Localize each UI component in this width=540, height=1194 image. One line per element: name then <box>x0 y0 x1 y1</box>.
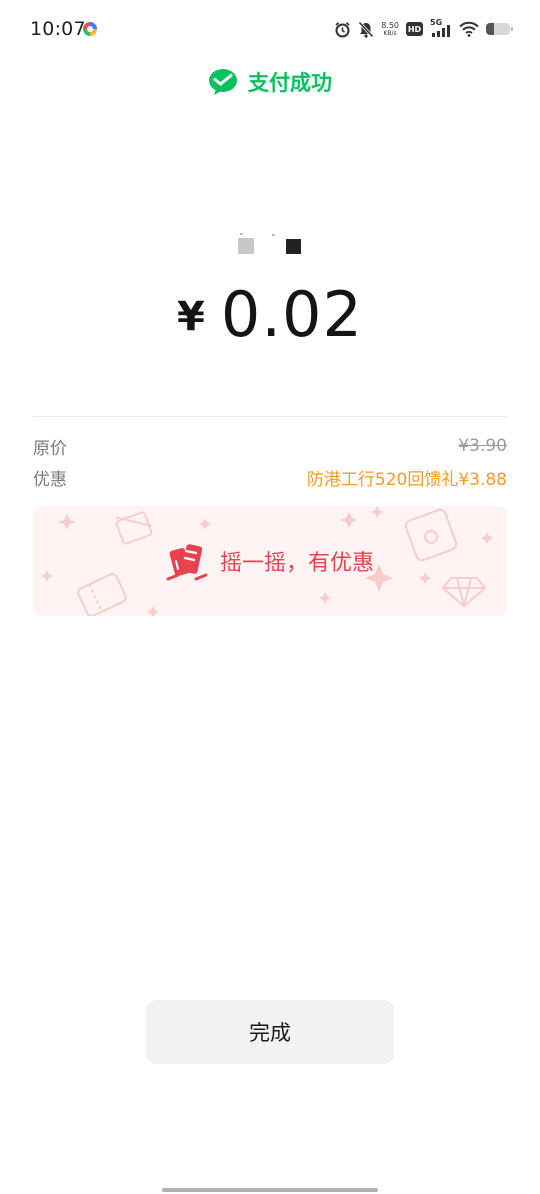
merchant-mask-block <box>286 239 301 254</box>
alarm-icon <box>335 21 350 37</box>
status-time: 10:07 <box>30 18 86 40</box>
payment-amount: ¥ 0.02 <box>0 278 540 354</box>
home-indicator[interactable] <box>162 1188 378 1192</box>
hd-icon: HD <box>406 22 423 36</box>
success-header: 支付成功 <box>0 66 540 98</box>
payment-success-screen: 10:07 8.50 KB/s HD 5G 支付成功 ¥ 0.02 原价 ¥3.… <box>0 0 540 1194</box>
discount-value: 防港工行520回馈礼¥3.88 <box>306 469 507 490</box>
net-speed-unit: KB/s <box>383 30 397 37</box>
original-price-row: 原价 ¥3.90 <box>33 432 507 460</box>
shake-banner-text: 摇一摇，有优惠 <box>219 551 374 576</box>
shake-phone-icon <box>166 544 208 581</box>
page-title: 支付成功 <box>248 71 332 95</box>
wifi-icon <box>459 21 479 37</box>
signal-icon: 5G <box>430 18 452 38</box>
discount-row: 优惠 防港工行520回馈礼¥3.88 <box>33 463 507 491</box>
merchant-name-obscured <box>238 233 318 257</box>
currency-symbol: ¥ <box>177 294 205 340</box>
battery-fill <box>486 23 495 35</box>
original-price-value: ¥3.90 <box>458 436 507 456</box>
net-speed-value: 8.50 <box>381 21 399 30</box>
original-price-label: 原价 <box>33 438 67 459</box>
status-bar: 10:07 8.50 KB/s HD 5G <box>0 0 540 58</box>
status-icons: 8.50 KB/s HD 5G <box>334 17 513 41</box>
wechat-pay-icon <box>209 69 237 95</box>
merchant-mask-block <box>238 238 254 254</box>
app-badge-icon <box>82 21 98 37</box>
shake-for-discount-banner[interactable]: 摇一摇，有优惠 <box>33 506 507 616</box>
battery-cap <box>511 27 513 31</box>
battery-icon <box>486 23 513 35</box>
shake-content: 摇一摇，有优惠 <box>33 506 507 616</box>
done-button[interactable]: 完成 <box>146 1000 394 1064</box>
net-speed: 8.50 KB/s <box>381 21 399 37</box>
discount-label: 优惠 <box>33 469 67 490</box>
mute-icon <box>358 20 374 38</box>
divider <box>33 416 507 417</box>
hd-label: HD <box>407 24 422 34</box>
amount-value: 0.02 <box>220 278 363 351</box>
